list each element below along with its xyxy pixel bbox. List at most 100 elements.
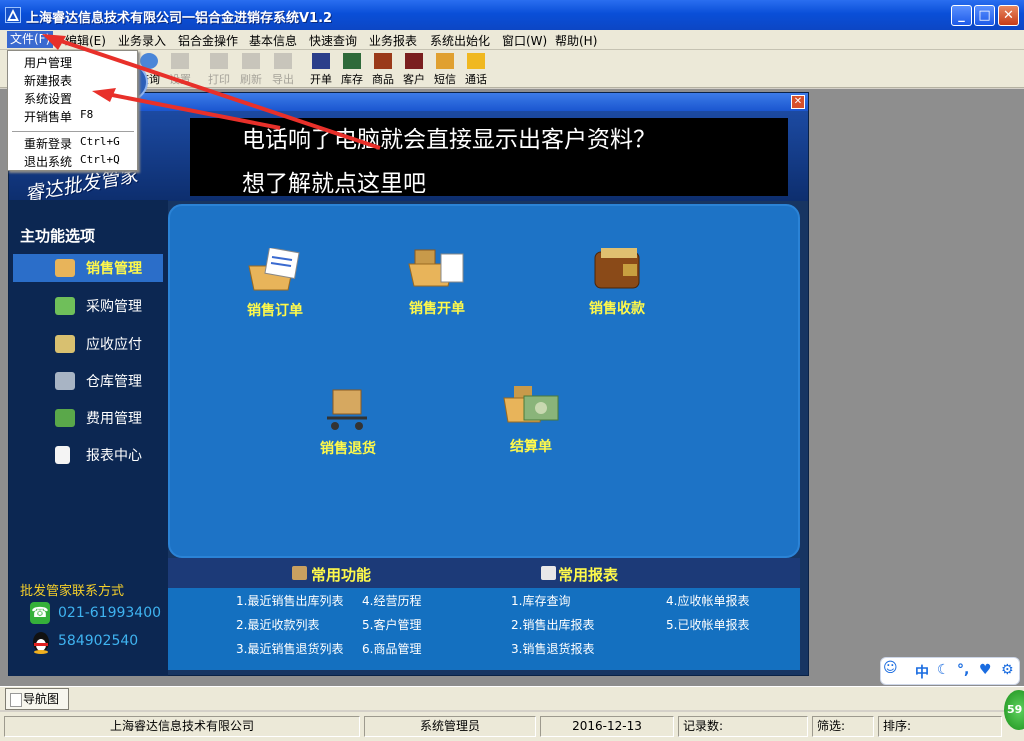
expense-icon	[55, 409, 75, 427]
status-filter: 筛选:	[812, 716, 874, 737]
toolbar-print-button[interactable]: 打印	[205, 53, 233, 87]
product-icon	[374, 53, 392, 69]
menu-item-new-sales-order[interactable]: 开销售单 F8	[24, 108, 93, 125]
ime-punctuation-icon[interactable]: °,	[957, 662, 969, 678]
maximize-button[interactable]: □	[974, 5, 995, 26]
tab-bar: 导航图	[0, 686, 1024, 710]
common-reports-icon	[541, 566, 556, 580]
link-product-management[interactable]: 6.商品管理	[362, 640, 421, 657]
link-customer-management[interactable]: 5.客户管理	[362, 616, 421, 633]
minimize-button[interactable]: _	[951, 5, 972, 26]
toolbar-customer-button[interactable]: 客户	[400, 53, 428, 87]
common-functions-title: 常用功能	[311, 566, 372, 584]
settlement-icon	[503, 386, 559, 423]
report-icon	[55, 446, 70, 464]
wallet-icon	[594, 248, 640, 289]
sales-return-button[interactable]: 销售退货	[313, 388, 383, 458]
menu-business-reports[interactable]: 业务报表	[369, 32, 417, 49]
sidebar-item-purchase[interactable]: 采购管理	[13, 292, 163, 320]
qq-icon	[33, 632, 49, 654]
link-sales-return-report[interactable]: 3.销售退货报表	[511, 640, 594, 657]
return-cart-icon	[327, 389, 367, 430]
purchase-icon	[55, 297, 75, 315]
settlement-button[interactable]: 结算单	[496, 384, 566, 456]
ime-toolbar[interactable]: ☺ 中 ☾ °, ♥ ⚙	[880, 657, 1020, 685]
menu-item-exit[interactable]: 退出系统 Ctrl+Q	[24, 153, 120, 170]
contact-title: 批发管家联系方式	[20, 584, 125, 599]
menu-window[interactable]: 窗口(W)	[502, 32, 547, 49]
banner-line-2: 想了解就点这里吧	[242, 171, 426, 197]
sales-receipt-button[interactable]: 销售收款	[582, 246, 652, 318]
status-bar: 上海睿达信息技术有限公司 系统管理员 2016-12-13 记录数: 筛选: 排…	[0, 712, 1024, 741]
printer-icon	[210, 53, 228, 69]
ime-moon-icon[interactable]: ☾	[937, 662, 950, 678]
warehouse-icon	[55, 372, 75, 390]
menu-quick-query[interactable]: 快速查询	[309, 32, 357, 49]
money-icon	[55, 335, 75, 353]
settings-icon	[171, 53, 189, 69]
menu-item-user-management[interactable]: 用户管理	[24, 54, 72, 71]
contact-qq: 584902540	[58, 633, 139, 649]
menu-item-system-settings[interactable]: 系统设置	[24, 90, 72, 107]
sidebar-item-reports[interactable]: 报表中心	[13, 441, 163, 469]
toolbar-refresh-button[interactable]: 刷新	[237, 53, 265, 87]
ime-skin-icon[interactable]: ♥	[979, 662, 992, 678]
toolbar-order-button[interactable]: 开单	[307, 53, 335, 87]
call-icon	[467, 53, 485, 69]
sales-invoice-button[interactable]: 销售开单	[402, 246, 472, 318]
menu-system-init[interactable]: 系统出始化	[430, 32, 490, 49]
menu-item-relogin[interactable]: 重新登录 Ctrl+G	[24, 135, 120, 152]
toolbar-product-button[interactable]: 商品	[369, 53, 397, 87]
banner-line-1: 电话响了电脑就会直接显示出客户资料？	[242, 127, 656, 153]
toolbar-export-button[interactable]: 导出	[269, 53, 297, 87]
link-receivable-report[interactable]: 4.应收帐单报表	[666, 592, 749, 609]
sidebar-item-warehouse[interactable]: 仓库管理	[13, 367, 163, 395]
promo-banner[interactable]: 电话响了电脑就会直接显示出客户资料？ 想了解就点这里吧	[190, 118, 788, 197]
window-title: 上海睿达信息技术有限公司一铝合金进销存系统V1.2	[26, 11, 333, 26]
toolbar-call-button[interactable]: 通话	[462, 53, 490, 87]
child-close-button[interactable]: ✕	[791, 95, 805, 109]
contact-phone: 021-61993400	[58, 605, 162, 621]
link-business-history[interactable]: 4.经营历程	[362, 592, 421, 609]
sidebar-title: 主功能选项	[20, 227, 96, 245]
link-received-report[interactable]: 5.已收帐单报表	[666, 616, 749, 633]
toolbar-inventory-button[interactable]: 库存	[338, 53, 366, 87]
common-section: 常用功能 常用报表 1.最近销售出库列表 4.经营历程 2.最近收款列表 5.客…	[168, 558, 800, 670]
sidebar-item-receivables[interactable]: 应收应付	[13, 330, 163, 358]
link-recent-sales-out[interactable]: 1.最近销售出库列表	[236, 592, 343, 609]
menu-aluminum[interactable]: 铝合金操作	[178, 32, 238, 49]
customer-icon	[405, 53, 423, 69]
link-inventory-query[interactable]: 1.库存查询	[511, 592, 570, 609]
sidebar-item-sales[interactable]: 销售管理	[13, 254, 163, 282]
link-sales-out-report[interactable]: 2.销售出库报表	[511, 616, 594, 633]
toolbar-sms-button[interactable]: 短信	[431, 53, 459, 87]
tab-navigation[interactable]: 导航图	[5, 688, 69, 710]
sales-invoice-icon	[408, 249, 464, 287]
sidebar-item-expense[interactable]: 费用管理	[13, 404, 163, 432]
file-dropdown-menu: 用户管理 新建报表 系统设置 开销售单 F8 重新登录 Ctrl+G 退出系统 Ctr…	[7, 50, 138, 171]
sales-order-icon	[248, 248, 300, 291]
ime-mascot-icon: ☺	[883, 660, 898, 676]
sales-order-button[interactable]: 销售订单	[240, 248, 310, 320]
menu-basic-info[interactable]: 基本信息	[249, 32, 297, 49]
status-records: 记录数:	[678, 716, 808, 737]
title-bar[interactable]: 上海睿达信息技术有限公司一铝合金进销存系统V1.2 _ □ ✕	[0, 0, 1024, 30]
menu-item-new-report[interactable]: 新建报表	[24, 72, 72, 89]
app-icon[interactable]	[5, 7, 21, 23]
refresh-icon	[242, 53, 260, 69]
status-company: 上海睿达信息技术有限公司	[4, 716, 360, 737]
common-reports-title: 常用报表	[558, 566, 619, 584]
close-button[interactable]: ✕	[998, 5, 1019, 26]
link-recent-receipts[interactable]: 2.最近收款列表	[236, 616, 319, 633]
link-recent-returns[interactable]: 3.最近销售退货列表	[236, 640, 343, 657]
ime-gear-icon[interactable]: ⚙	[1001, 662, 1014, 678]
phone-icon: ☎	[30, 602, 50, 624]
menu-help[interactable]: 帮助(H)	[555, 32, 597, 49]
toolbar-settings-button[interactable]: 设置	[166, 53, 194, 87]
common-header: 常用功能 常用报表	[168, 558, 800, 588]
menu-separator	[12, 131, 134, 132]
sms-icon	[436, 53, 454, 69]
ime-mode[interactable]: 中	[915, 662, 929, 682]
order-icon	[312, 53, 330, 69]
export-icon	[274, 53, 292, 69]
